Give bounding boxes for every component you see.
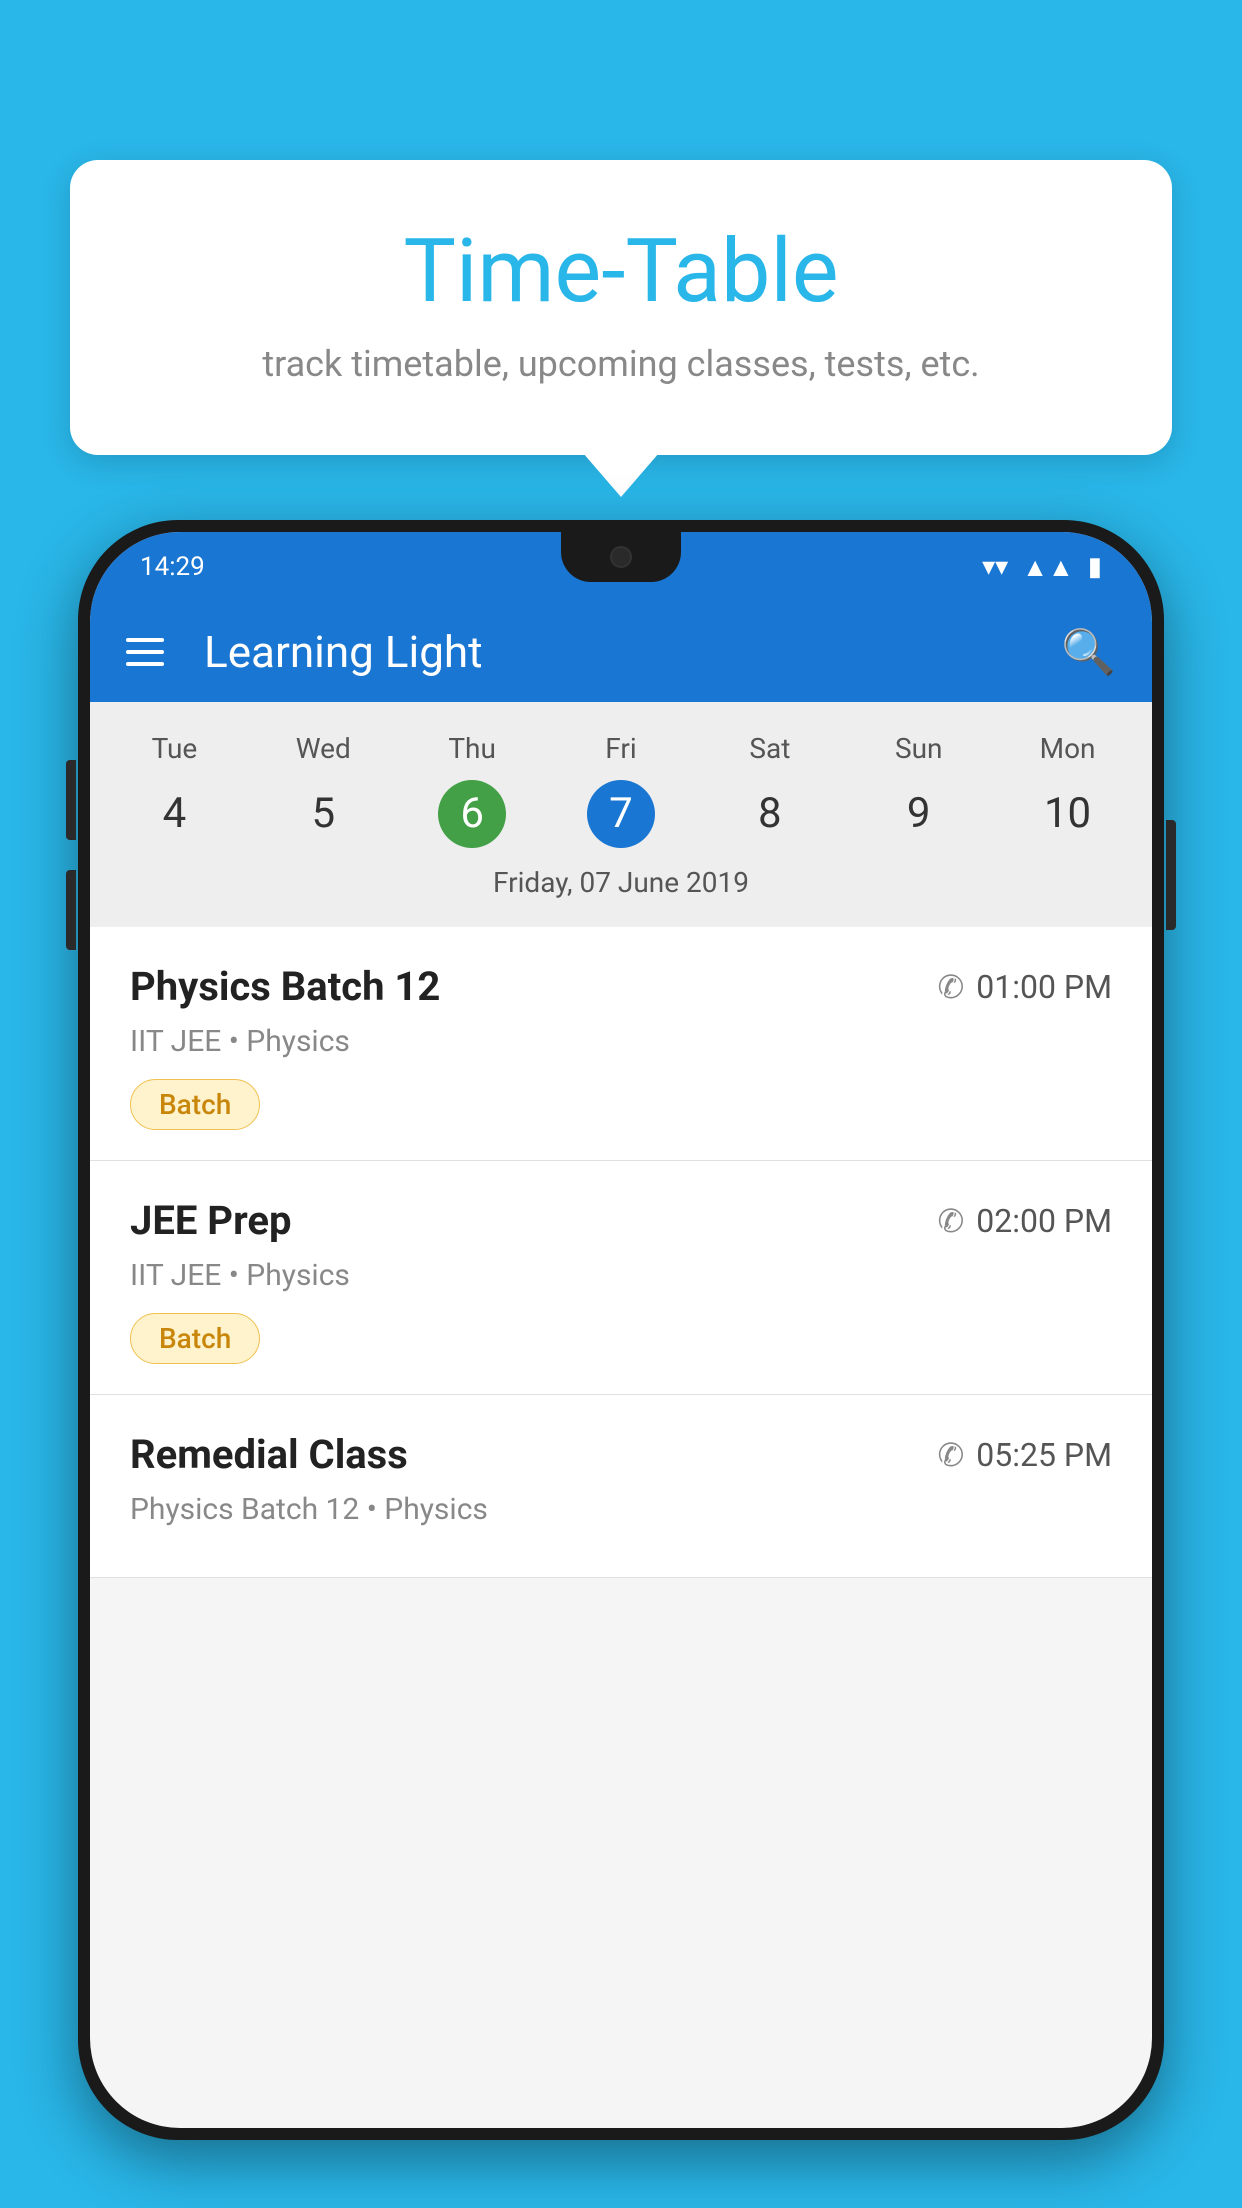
schedule-subtitle-2: Physics Batch 12 • Physics [130, 1492, 1112, 1527]
schedule-item-2[interactable]: Remedial Class ✆ 05:25 PM Physics Batch … [90, 1395, 1152, 1578]
schedule-time-value-2: 05:25 PM [976, 1436, 1112, 1474]
schedule-title-2: Remedial Class [130, 1431, 408, 1478]
day-headers: Tue Wed Thu Fri Sat Sun Mon [90, 722, 1152, 775]
power-button [1166, 820, 1176, 930]
clock-icon-0: ✆ [937, 968, 964, 1006]
day-header-tue: Tue [100, 722, 249, 775]
day-numbers: 4 5 6 7 8 9 10 [90, 775, 1152, 852]
volume-button-up [66, 760, 76, 840]
schedule-time-2: ✆ 05:25 PM [937, 1436, 1112, 1474]
schedule-item-0[interactable]: Physics Batch 12 ✆ 01:00 PM IIT JEE • Ph… [90, 927, 1152, 1161]
status-time: 14:29 [140, 552, 205, 582]
schedule-subtitle-1: IIT JEE • Physics [130, 1258, 1112, 1293]
battery-icon: ▮ [1088, 552, 1102, 582]
day-header-fri: Fri [547, 722, 696, 775]
schedule-subtitle-0: IIT JEE • Physics [130, 1024, 1112, 1059]
schedule-time-value-1: 02:00 PM [976, 1202, 1112, 1240]
schedule-time-0: ✆ 01:00 PM [937, 968, 1112, 1006]
calendar-strip: Tue Wed Thu Fri Sat Sun Mon 4 5 6 7 8 9 … [90, 702, 1152, 927]
day-8[interactable]: 8 [695, 775, 844, 852]
day-5[interactable]: 5 [249, 775, 398, 852]
phone-outer: 14:29 ▾▾ ▲▲ ▮ Learning Light 🔍 [78, 520, 1164, 2140]
phone-notch [561, 532, 681, 582]
day-4[interactable]: 4 [100, 775, 249, 852]
day-10[interactable]: 10 [993, 775, 1142, 852]
selected-date-label: Friday, 07 June 2019 [90, 852, 1152, 917]
clock-icon-1: ✆ [937, 1202, 964, 1240]
phone-screen: 14:29 ▾▾ ▲▲ ▮ Learning Light 🔍 [90, 532, 1152, 2128]
schedule-item-header-1: JEE Prep ✆ 02:00 PM [130, 1197, 1112, 1244]
schedule-time-1: ✆ 02:00 PM [937, 1202, 1112, 1240]
day-header-sun: Sun [844, 722, 993, 775]
batch-tag-1: Batch [130, 1313, 260, 1364]
day-header-sat: Sat [695, 722, 844, 775]
front-camera [610, 546, 632, 568]
hamburger-line [126, 638, 164, 642]
day-7-selected[interactable]: 7 [587, 780, 655, 848]
schedule-title-1: JEE Prep [130, 1197, 291, 1244]
day-header-mon: Mon [993, 722, 1142, 775]
schedule-item-header-0: Physics Batch 12 ✆ 01:00 PM [130, 963, 1112, 1010]
batch-tag-0: Batch [130, 1079, 260, 1130]
wifi-icon: ▾▾ [982, 552, 1008, 582]
clock-icon-2: ✆ [937, 1436, 964, 1474]
schedule-list: Physics Batch 12 ✆ 01:00 PM IIT JEE • Ph… [90, 927, 1152, 1578]
volume-button-down [66, 870, 76, 950]
tooltip-title: Time-Table [150, 220, 1092, 323]
search-icon[interactable]: 🔍 [1061, 626, 1116, 678]
hamburger-line [126, 650, 164, 654]
app-title: Learning Light [194, 626, 1031, 678]
day-header-wed: Wed [249, 722, 398, 775]
hamburger-menu-icon[interactable] [126, 638, 164, 666]
schedule-item-1[interactable]: JEE Prep ✆ 02:00 PM IIT JEE • Physics Ba… [90, 1161, 1152, 1395]
hamburger-line [126, 662, 164, 666]
phone-mockup: 14:29 ▾▾ ▲▲ ▮ Learning Light 🔍 [78, 520, 1164, 2208]
day-6-today[interactable]: 6 [438, 780, 506, 848]
day-9[interactable]: 9 [844, 775, 993, 852]
tooltip-card: Time-Table track timetable, upcoming cla… [70, 160, 1172, 455]
schedule-time-value-0: 01:00 PM [976, 968, 1112, 1006]
tooltip-subtitle: track timetable, upcoming classes, tests… [150, 343, 1092, 385]
day-header-thu: Thu [398, 722, 547, 775]
status-icons: ▾▾ ▲▲ ▮ [982, 552, 1102, 583]
app-bar: Learning Light 🔍 [90, 602, 1152, 702]
schedule-item-header-2: Remedial Class ✆ 05:25 PM [130, 1431, 1112, 1478]
schedule-title-0: Physics Batch 12 [130, 963, 440, 1010]
signal-icon: ▲▲ [1022, 552, 1073, 583]
